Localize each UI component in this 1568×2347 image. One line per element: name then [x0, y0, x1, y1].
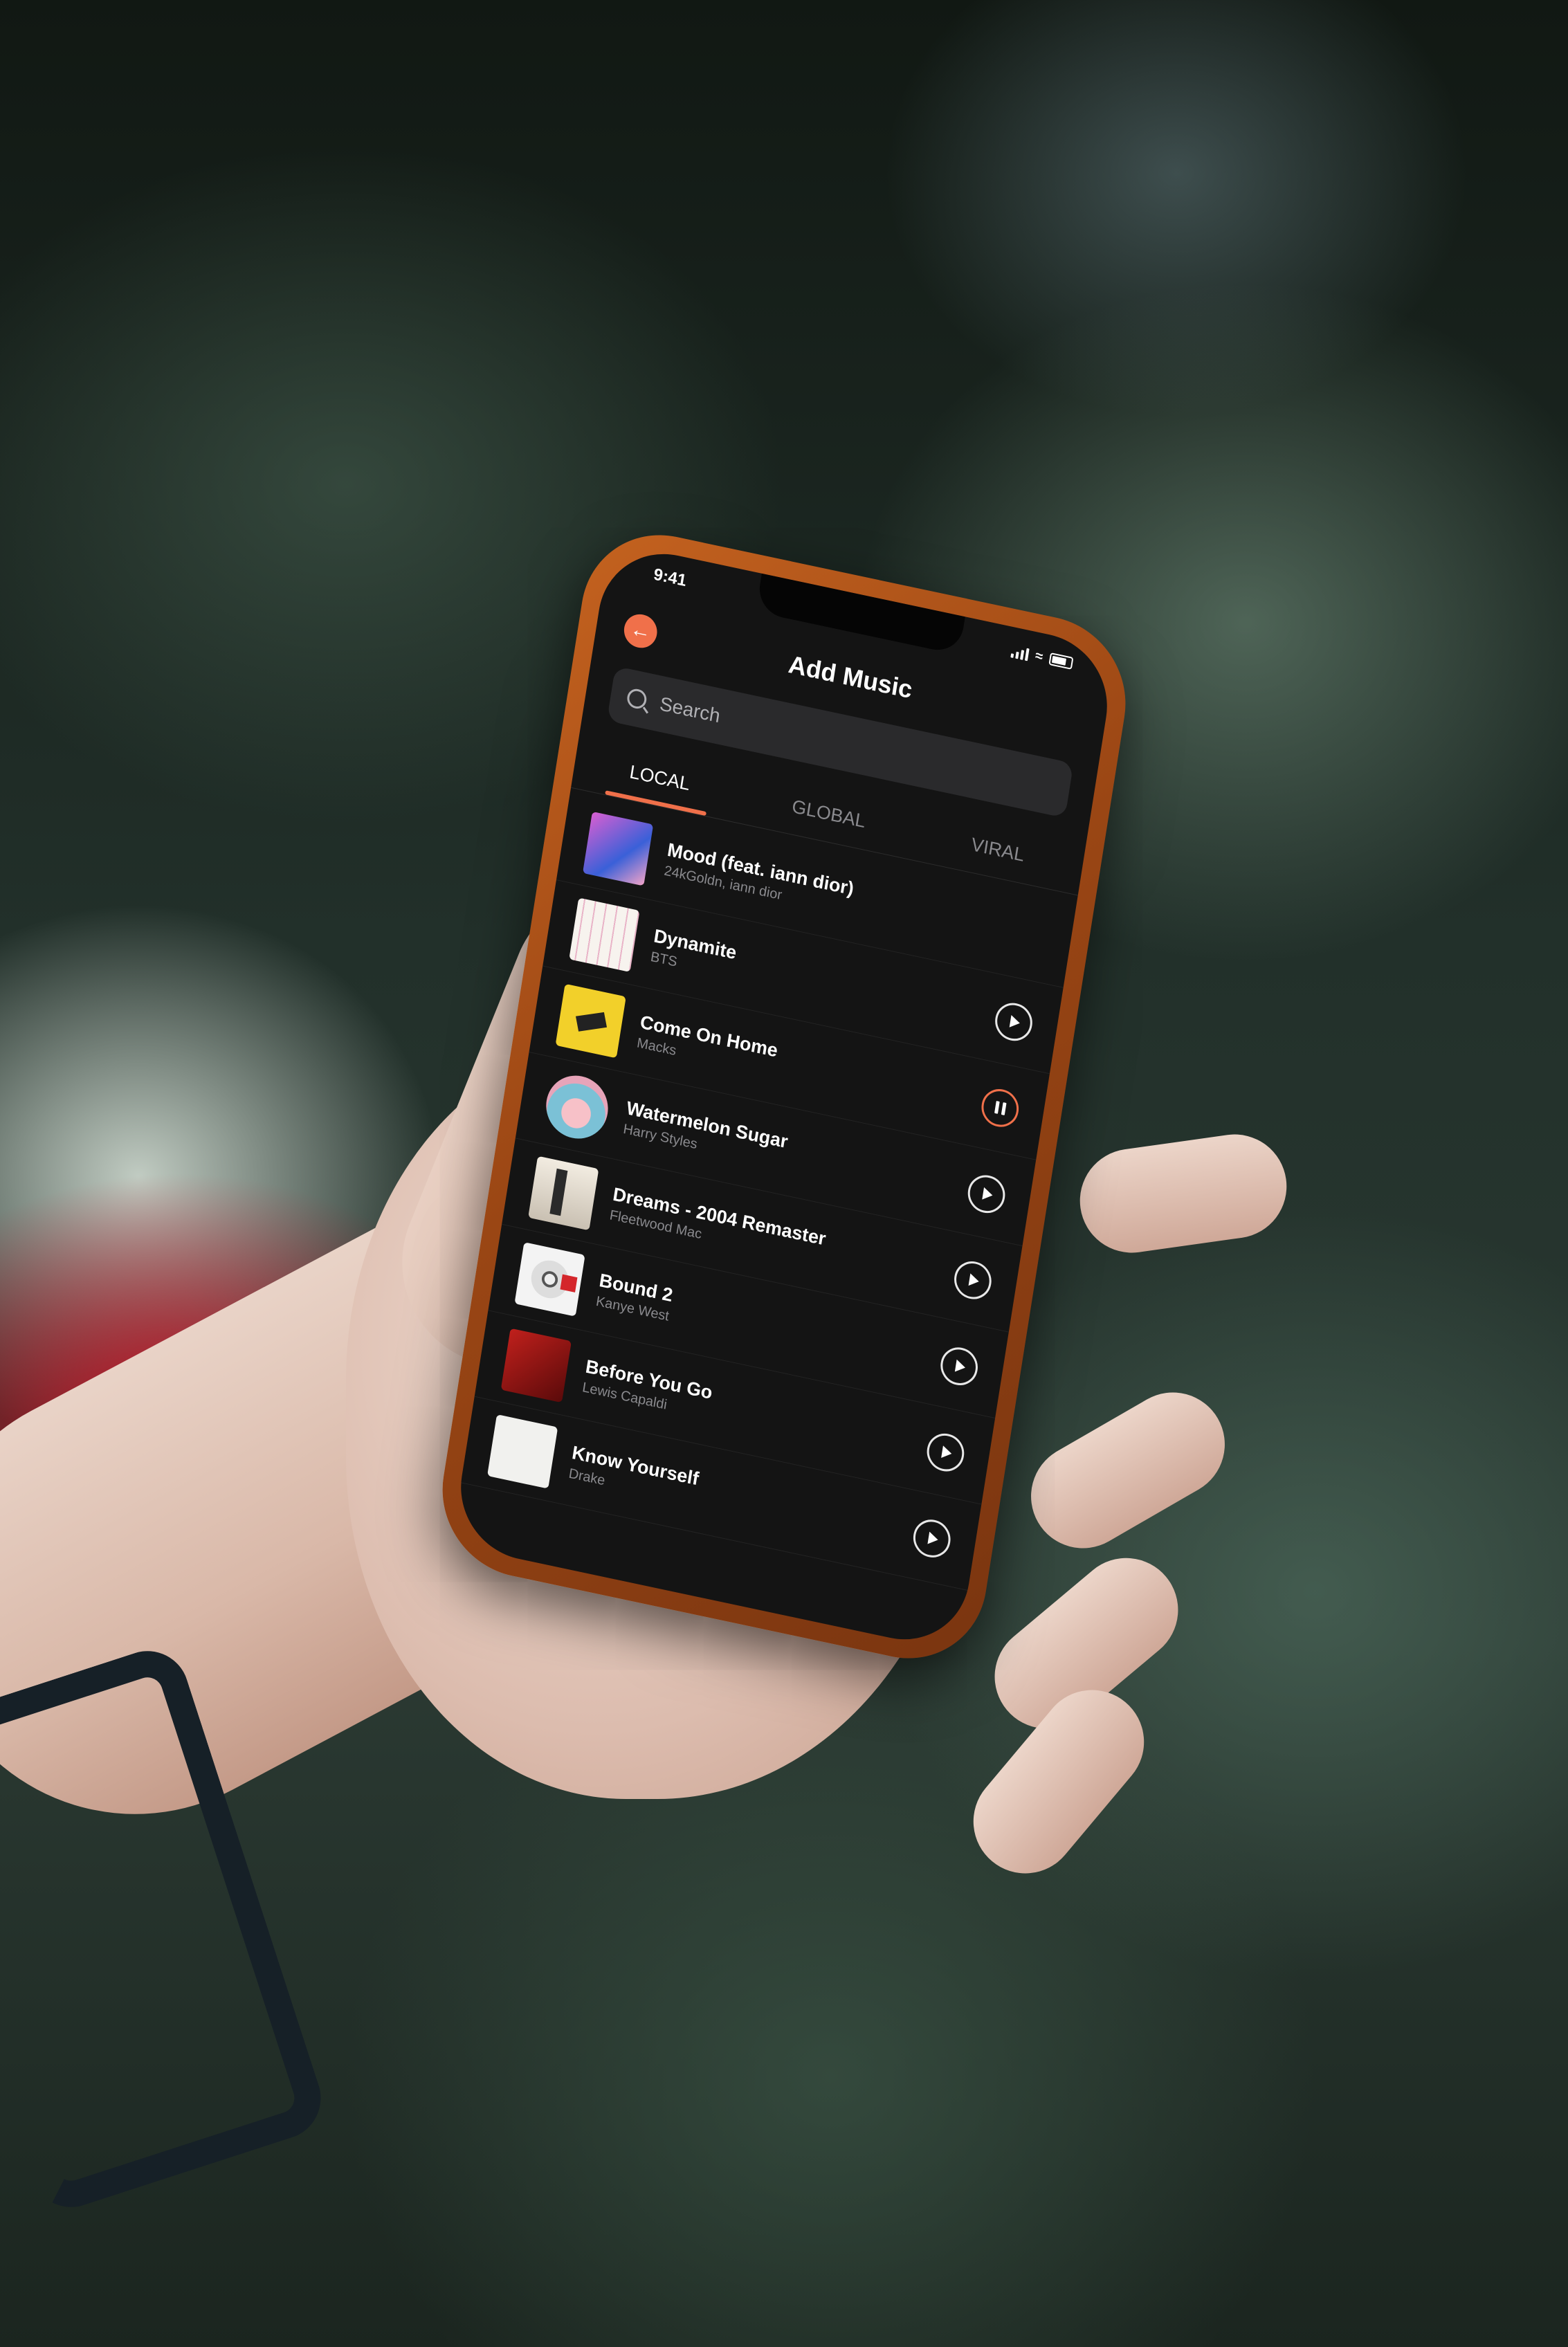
search-icon [626, 687, 648, 711]
album-cover [569, 897, 640, 972]
album-cover [514, 1241, 585, 1317]
status-icons: ≈ [1010, 643, 1074, 671]
album-cover [528, 1156, 599, 1230]
finger [952, 1668, 1165, 1895]
play-button[interactable] [924, 1430, 967, 1474]
play-icon [982, 1187, 994, 1202]
photo-background: 9:41 ≈ ← Add Music Search LOCAL GLOBAL V… [0, 0, 1568, 2347]
finger [1012, 1373, 1244, 1567]
wifi-icon: ≈ [1034, 648, 1044, 665]
phone-screen: 9:41 ≈ ← Add Music Search LOCAL GLOBAL V… [450, 541, 1118, 1652]
song-list: Mood (feat. iann dior) 24kGoldn, iann di… [460, 794, 1077, 1591]
album-cover [500, 1328, 572, 1403]
pause-icon [994, 1100, 1007, 1115]
pause-button[interactable] [978, 1085, 1022, 1131]
play-button[interactable] [911, 1515, 954, 1561]
album-cover [541, 1069, 613, 1144]
play-icon [968, 1272, 981, 1288]
search-placeholder: Search [658, 693, 722, 727]
play-icon [954, 1359, 967, 1373]
play-button[interactable] [992, 999, 1035, 1044]
play-icon [1009, 1014, 1021, 1030]
back-button[interactable]: ← [621, 611, 659, 651]
album-cover [487, 1414, 558, 1489]
arrow-left-icon: ← [628, 617, 653, 644]
album-cover [555, 983, 626, 1058]
album-cover [583, 811, 654, 886]
play-button[interactable] [965, 1171, 1008, 1216]
play-button[interactable] [938, 1343, 981, 1389]
finger [1073, 1127, 1293, 1260]
page-title: Add Music [786, 649, 915, 704]
signal-icon [1010, 643, 1030, 661]
status-time: 9:41 [652, 565, 688, 591]
play-icon [941, 1445, 953, 1460]
battery-icon [1048, 652, 1074, 670]
play-button[interactable] [951, 1257, 994, 1303]
play-icon [927, 1531, 940, 1546]
